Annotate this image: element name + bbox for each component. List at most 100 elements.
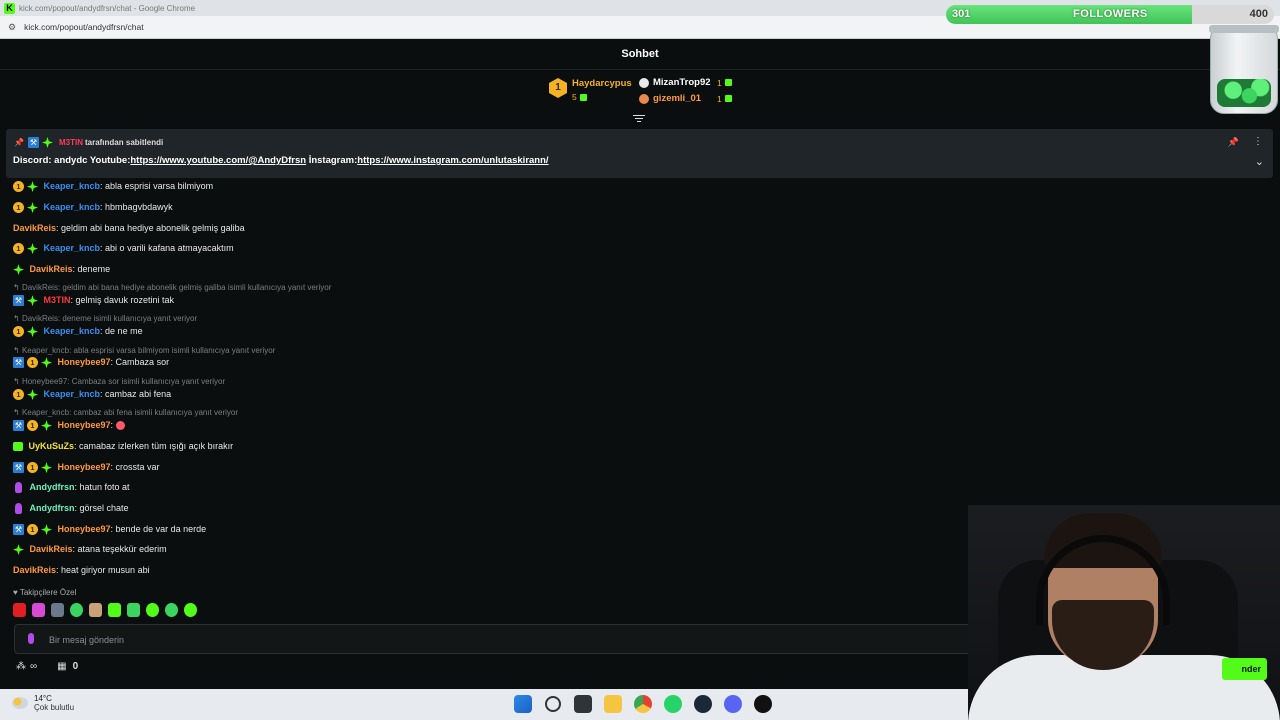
reply-context[interactable]: ↰ Keaper_kncb: cambaz abi fena isimli ku… [13,408,238,417]
star-badge-icon [41,420,52,432]
chat-message: DavikReis: atana teşekkür ederim [13,544,167,556]
message-username[interactable]: DavikReis [30,264,73,274]
star-badge-icon [27,202,38,214]
og-badge-icon [13,442,23,452]
message-text: : görsel chate [74,503,129,513]
message-username[interactable]: DavikReis [13,565,56,575]
instagram-link[interactable]: https://www.instagram.com/unlutaskirann/ [357,155,548,166]
store-icon[interactable]: ▦ [57,661,66,672]
followers-goal-bar: 301 FOLLOWERS 400 [946,5,1274,24]
emote-icon[interactable] [146,603,159,617]
chat-message: ⚒ 1 Honeybee97: Cambaza sor [13,357,169,369]
broadcaster-badge-icon [15,503,22,515]
discord-icon[interactable] [724,695,742,713]
pinned-by-user[interactable]: M3TIN [59,138,83,147]
reply-text: DavikReis: deneme isimli kullanıcıya yan… [21,314,198,323]
message-username[interactable]: DavikReis [13,223,56,233]
users-icon[interactable]: ⁂ [16,661,26,672]
emote-icon[interactable] [184,603,197,617]
emote-icon[interactable] [108,603,121,617]
gifter-name[interactable]: gizemli_01 [653,93,717,104]
whatsapp-icon[interactable] [664,695,682,713]
chat-message: 1 Keaper_kncb: de ne me [13,326,143,338]
chat-message: 1 Keaper_kncb: abla esprisi varsa bilmiy… [13,181,213,193]
subscriber-badge-icon: 1 [13,326,24,338]
chat-message: DavikReis: geldim abi bana hediye abonel… [13,223,245,233]
emote-icon[interactable] [127,603,140,617]
send-button[interactable]: nder [1222,658,1267,680]
message-username[interactable]: Honeybee97 [58,420,111,430]
message-username[interactable]: UyKuSuZs [29,441,75,451]
message-username[interactable]: DavikReis [30,544,73,554]
unpin-icon[interactable]: 📌 [1228,137,1239,148]
windows-start-icon[interactable] [514,695,532,713]
message-username[interactable]: Andydfrsn [30,482,75,492]
reply-context[interactable]: ↰ Honeybee97: Cambaza sor isimli kullanı… [13,377,225,386]
reply-context[interactable]: ↰ Keaper_kncb: abla esprisi varsa bilmiy… [13,346,275,355]
vip-badge-icon: ⚒ [13,524,24,536]
weather-icon [12,697,28,709]
file-explorer-icon[interactable] [604,695,622,713]
leaderboard-top-gifter[interactable]: 1 Haydarcypus 5 [549,78,632,102]
star-badge-icon [27,295,38,307]
steam-icon[interactable] [694,695,712,713]
followers-goal-fill [946,5,1192,24]
subscriber-badge-icon: 1 [27,462,38,474]
message-username[interactable]: Keaper_kncb [44,389,101,399]
message-username[interactable]: Keaper_kncb [44,181,101,191]
message-text: : abi o varili kafana atmayacaktım [100,243,234,253]
chrome-icon[interactable] [634,695,652,713]
infinity-icon[interactable]: ∞ [30,661,37,672]
emote-icon[interactable] [32,603,45,617]
jar-beans [1217,79,1271,107]
message-username[interactable]: Honeybee97 [58,357,111,367]
more-options-icon[interactable]: ⋮ [1253,136,1263,147]
gift-icon [724,95,732,102]
message-username[interactable]: Andydfrsn [30,503,75,513]
gifter-count: 1 [717,93,722,104]
follower-jar-icon [1209,25,1279,114]
gift-icon [579,94,587,102]
message-username[interactable]: Keaper_kncb [44,326,101,336]
emote-icon[interactable] [89,603,102,617]
chat-message: DavikReis: heat giriyor musun abi [13,565,150,575]
emote-icon[interactable] [51,603,64,617]
emote-icon[interactable] [70,603,83,617]
reply-context[interactable]: ↰ DavikReis: geldim abi bana hediye abon… [13,283,331,292]
chat-message: Andydfrsn: hatun foto at [13,482,130,494]
subscriber-badge-icon: 1 [13,181,24,193]
message-text: : camabaz izlerken tüm ışığı açık bırakı… [74,441,234,451]
weather-text: Çok bulutlu [34,703,75,712]
youtube-link[interactable]: https://www.youtube.com/@AndyDfrsn [130,155,306,166]
subscriber-badge-icon: 1 [27,420,38,432]
gifter-name[interactable]: MizanTrop92 [653,77,717,88]
message-username[interactable]: M3TIN [44,295,71,305]
weather-widget[interactable]: 14°C Çok bulutlu [12,694,74,712]
app-icon[interactable] [754,695,772,713]
top-gifter-name[interactable]: Haydarcypus [572,78,632,89]
leaderboard-row[interactable]: MizanTrop92 1 [639,77,732,88]
message-text: : bende de var da nerde [110,524,207,534]
search-icon[interactable] [545,696,561,712]
collapse-leaderboard-icon[interactable] [633,113,645,122]
message-text: : deneme [72,264,111,274]
reply-context[interactable]: ↰ DavikReis: deneme isimli kullanıcıya y… [13,314,197,323]
message-username[interactable]: Honeybee97 [58,524,111,534]
message-text: : hatun foto at [74,482,130,492]
leaderboard-row[interactable]: gizemli_01 1 [639,93,732,104]
site-info-icon[interactable]: ⚙ [8,22,16,33]
emote-icon[interactable] [165,603,178,617]
chat-message: DavikReis: deneme [13,264,111,276]
message-username[interactable]: Honeybee97 [58,462,111,472]
url-text[interactable]: kick.com/popout/andydfrsn/chat [24,22,144,32]
followers-only-label: ♥ Takipçilere Özel [13,588,77,597]
message-username[interactable]: Keaper_kncb [44,202,101,212]
chat-message: UyKuSuZs: camabaz izlerken tüm ışığı açı… [13,441,234,452]
message-text: : geldim abi bana hediye abonelik gelmiş… [56,223,245,233]
emote-ic-icon[interactable] [13,603,26,617]
message-username[interactable]: Keaper_kncb [44,243,101,253]
pinned-text-prefix: Discord: andydc Youtube: [13,155,131,166]
chevron-down-icon[interactable]: ⌄ [1255,155,1264,168]
webcam-overlay [968,505,1280,720]
task-view-icon[interactable] [574,695,592,713]
